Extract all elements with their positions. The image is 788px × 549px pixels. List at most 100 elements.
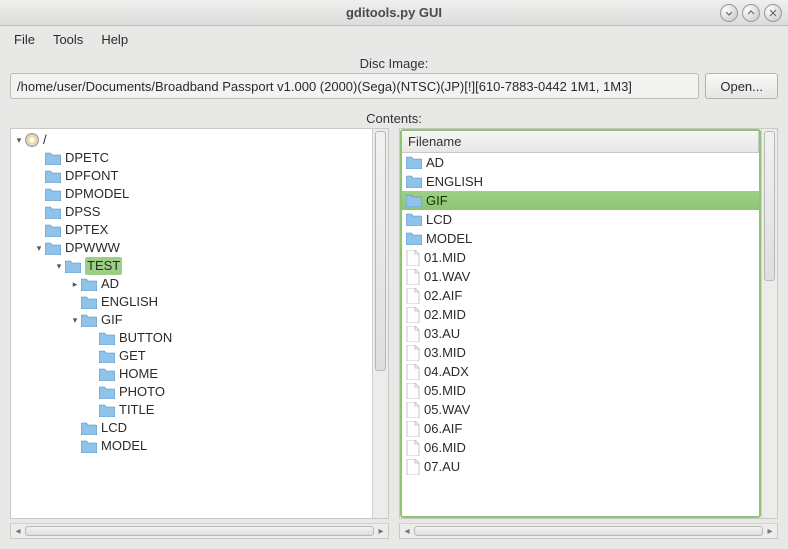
folder-icon	[406, 156, 422, 169]
tree-row[interactable]: DPMODEL	[13, 185, 370, 203]
list-row[interactable]: 02.MID	[402, 305, 759, 324]
file-icon	[406, 421, 420, 437]
tree-item-label: DPSS	[65, 203, 100, 221]
list-vertical-scrollbar[interactable]	[761, 129, 777, 518]
column-header-filename[interactable]: Filename	[402, 131, 759, 153]
scroll-right-icon: ▸	[374, 525, 388, 537]
folder-icon	[45, 152, 61, 165]
list-row[interactable]: MODEL	[402, 229, 759, 248]
tree-row[interactable]: HOME	[13, 365, 370, 383]
folder-icon	[45, 206, 61, 219]
tree-row[interactable]: GET	[13, 347, 370, 365]
list-row[interactable]: 06.MID	[402, 438, 759, 457]
list-row[interactable]: 03.AU	[402, 324, 759, 343]
tree-row[interactable]: TITLE	[13, 401, 370, 419]
list-row[interactable]: ENGLISH	[402, 172, 759, 191]
tree-item-label: DPTEX	[65, 221, 108, 239]
tree-horizontal-scrollbar[interactable]: ◂ ▸	[10, 523, 389, 539]
tree-row[interactable]: DPETC	[13, 149, 370, 167]
file-list[interactable]: Filename AD ENGLISH GIF LCD MODEL 01.MID01.WA…	[400, 129, 761, 518]
folder-icon	[406, 232, 422, 245]
list-row[interactable]: 05.WAV	[402, 400, 759, 419]
menu-file[interactable]: File	[6, 29, 43, 50]
list-row[interactable]: LCD	[402, 210, 759, 229]
list-item-label: MODEL	[426, 231, 472, 246]
tree-row[interactable]: ▾ DPWWW	[13, 239, 370, 257]
tree-item-label: DPMODEL	[65, 185, 129, 203]
tree-row[interactable]: DPFONT	[13, 167, 370, 185]
list-item-label: 06.MID	[424, 440, 466, 455]
tree-row[interactable]: PHOTO	[13, 383, 370, 401]
menubar: File Tools Help	[0, 26, 788, 52]
contents-label: Contents:	[0, 107, 788, 128]
chevron-down-icon[interactable]: ▾	[13, 131, 25, 149]
file-icon	[406, 345, 420, 361]
tree-item-label: BUTTON	[119, 329, 172, 347]
list-item-label: 03.AU	[424, 326, 460, 341]
disc-path-display: /home/user/Documents/Broadband Passport …	[10, 73, 699, 99]
folder-icon	[99, 332, 115, 345]
chevron-down-icon[interactable]: ▾	[33, 239, 45, 257]
folder-icon	[81, 314, 97, 327]
list-horizontal-scrollbar[interactable]: ◂ ▸	[399, 523, 778, 539]
list-item-label: ENGLISH	[426, 174, 483, 189]
list-row[interactable]: 07.AU	[402, 457, 759, 476]
file-icon	[406, 326, 420, 342]
disc-icon	[25, 133, 39, 147]
chevron-down-icon[interactable]: ▾	[69, 311, 81, 329]
file-icon	[406, 440, 420, 456]
scroll-right-icon: ▸	[763, 525, 777, 537]
list-row[interactable]: 01.WAV	[402, 267, 759, 286]
tree-row[interactable]: DPSS	[13, 203, 370, 221]
tree-item-label: MODEL	[101, 437, 147, 455]
folder-icon	[81, 440, 97, 453]
folder-icon	[81, 278, 97, 291]
file-icon	[406, 250, 420, 266]
menu-help[interactable]: Help	[93, 29, 136, 50]
tree-item-label: GET	[119, 347, 146, 365]
folder-icon	[45, 170, 61, 183]
maximize-button[interactable]	[742, 4, 760, 22]
tree-vertical-scrollbar[interactable]	[372, 129, 388, 518]
list-row[interactable]: 02.AIF	[402, 286, 759, 305]
tree-item-label: DPWWW	[65, 239, 120, 257]
minimize-button[interactable]	[720, 4, 738, 22]
chevron-down-icon[interactable]: ▾	[53, 257, 65, 275]
folder-icon	[99, 386, 115, 399]
tree-row[interactable]: DPTEX	[13, 221, 370, 239]
tree-row[interactable]: BUTTON	[13, 329, 370, 347]
list-item-label: AD	[426, 155, 444, 170]
tree-item-label: PHOTO	[119, 383, 165, 401]
tree-row[interactable]: ▸AD	[13, 275, 370, 293]
tree-row[interactable]: ▾/	[13, 131, 370, 149]
tree-row[interactable]: ▾TEST	[13, 257, 370, 275]
tree-row[interactable]: ▾GIF	[13, 311, 370, 329]
menu-tools[interactable]: Tools	[45, 29, 91, 50]
folder-icon	[99, 368, 115, 381]
tree-item-label: HOME	[119, 365, 158, 383]
list-item-label: GIF	[426, 193, 448, 208]
open-button[interactable]: Open...	[705, 73, 778, 99]
chevron-right-icon[interactable]: ▸	[69, 275, 81, 293]
tree-item-label: TITLE	[119, 401, 154, 419]
list-item-label: 05.WAV	[424, 402, 470, 417]
list-item-label: 04.ADX	[424, 364, 469, 379]
folder-tree[interactable]: ▾/DPETCDPFONTDPMODELDPSSDPTEX▾DPWWW▾TEST…	[11, 129, 372, 457]
folder-icon	[406, 175, 422, 188]
file-icon	[406, 269, 420, 285]
list-row[interactable]: 04.ADX	[402, 362, 759, 381]
tree-row[interactable]: ENGLISH	[13, 293, 370, 311]
scroll-left-icon: ◂	[400, 525, 414, 537]
tree-row[interactable]: MODEL	[13, 437, 370, 455]
list-item-label: 03.MID	[424, 345, 466, 360]
tree-row[interactable]: LCD	[13, 419, 370, 437]
list-row[interactable]: AD	[402, 153, 759, 172]
file-icon	[406, 288, 420, 304]
list-row[interactable]: 05.MID	[402, 381, 759, 400]
list-row[interactable]: GIF	[402, 191, 759, 210]
list-row[interactable]: 01.MID	[402, 248, 759, 267]
close-button[interactable]	[764, 4, 782, 22]
list-item-label: 02.AIF	[424, 288, 462, 303]
list-row[interactable]: 03.MID	[402, 343, 759, 362]
list-row[interactable]: 06.AIF	[402, 419, 759, 438]
